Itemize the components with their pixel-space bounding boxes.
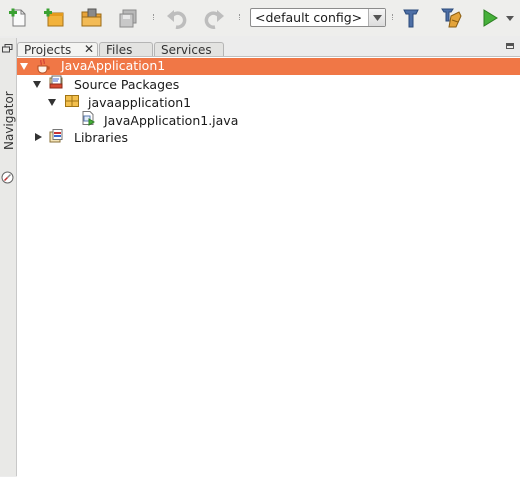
clean-build-icon xyxy=(441,8,462,28)
build-button[interactable] xyxy=(398,4,426,32)
new-file-icon xyxy=(9,8,26,27)
tree-item-label: Source Packages xyxy=(74,77,180,92)
open-project-button[interactable] xyxy=(78,4,106,32)
build-icon xyxy=(403,9,419,28)
restore-window-icon[interactable] xyxy=(2,41,13,56)
java-file-icon xyxy=(80,110,96,126)
tab-label: Projects xyxy=(24,43,72,57)
close-icon[interactable]: ✕ xyxy=(84,43,94,56)
navigator-strip: Navigator xyxy=(0,38,17,476)
clean-build-button[interactable] xyxy=(437,4,465,32)
expanded-arrow-icon[interactable] xyxy=(33,80,41,88)
tree-item-javaapplication1[interactable]: JavaApplication1 xyxy=(17,58,520,75)
toolbar-separator xyxy=(239,14,244,20)
tree-item-label: javaapplication1 xyxy=(88,95,192,110)
open-project-icon xyxy=(81,8,102,27)
tab-label: Files xyxy=(106,43,133,57)
new-project-button[interactable] xyxy=(40,4,68,32)
chevron-down-icon xyxy=(368,9,385,26)
collapsed-arrow-icon[interactable] xyxy=(34,133,42,141)
configuration-select[interactable]: <default config> xyxy=(250,8,386,27)
source-packages-icon xyxy=(48,75,64,91)
tree-item-label: JavaApplication1 xyxy=(61,58,166,73)
minimize-icon[interactable] xyxy=(506,43,514,49)
expanded-arrow-icon[interactable] xyxy=(20,62,28,70)
undo-button[interactable] xyxy=(163,4,191,32)
redo-button[interactable] xyxy=(200,4,228,32)
java-project-icon xyxy=(35,58,51,74)
compass-icon xyxy=(1,171,14,187)
save-all-button[interactable] xyxy=(114,4,142,32)
tab-label: Services xyxy=(161,43,212,57)
project-tree: JavaApplication1 Source Packages javaapp… xyxy=(17,56,520,477)
project-tabs: Projects ✕ Files Services xyxy=(17,38,520,58)
toolbar-separator xyxy=(392,14,397,20)
new-file-button[interactable] xyxy=(4,4,32,32)
navigator-label[interactable]: Navigator xyxy=(2,80,16,150)
toolbar-separator xyxy=(153,14,158,20)
package-icon xyxy=(64,93,80,109)
chevron-down-icon xyxy=(506,15,514,21)
expanded-arrow-icon[interactable] xyxy=(48,98,56,106)
configuration-value: <default config> xyxy=(255,10,363,25)
libraries-icon xyxy=(48,128,64,144)
new-project-icon xyxy=(44,8,64,27)
tree-item-label: JavaApplication1.java xyxy=(104,113,239,128)
tree-item-label: Libraries xyxy=(74,130,128,145)
main-toolbar: <default config> xyxy=(0,0,520,36)
save-all-icon xyxy=(119,9,137,28)
redo-icon xyxy=(204,10,224,29)
run-icon xyxy=(483,9,498,27)
run-dropdown-button[interactable] xyxy=(500,4,520,32)
undo-icon xyxy=(167,10,187,29)
